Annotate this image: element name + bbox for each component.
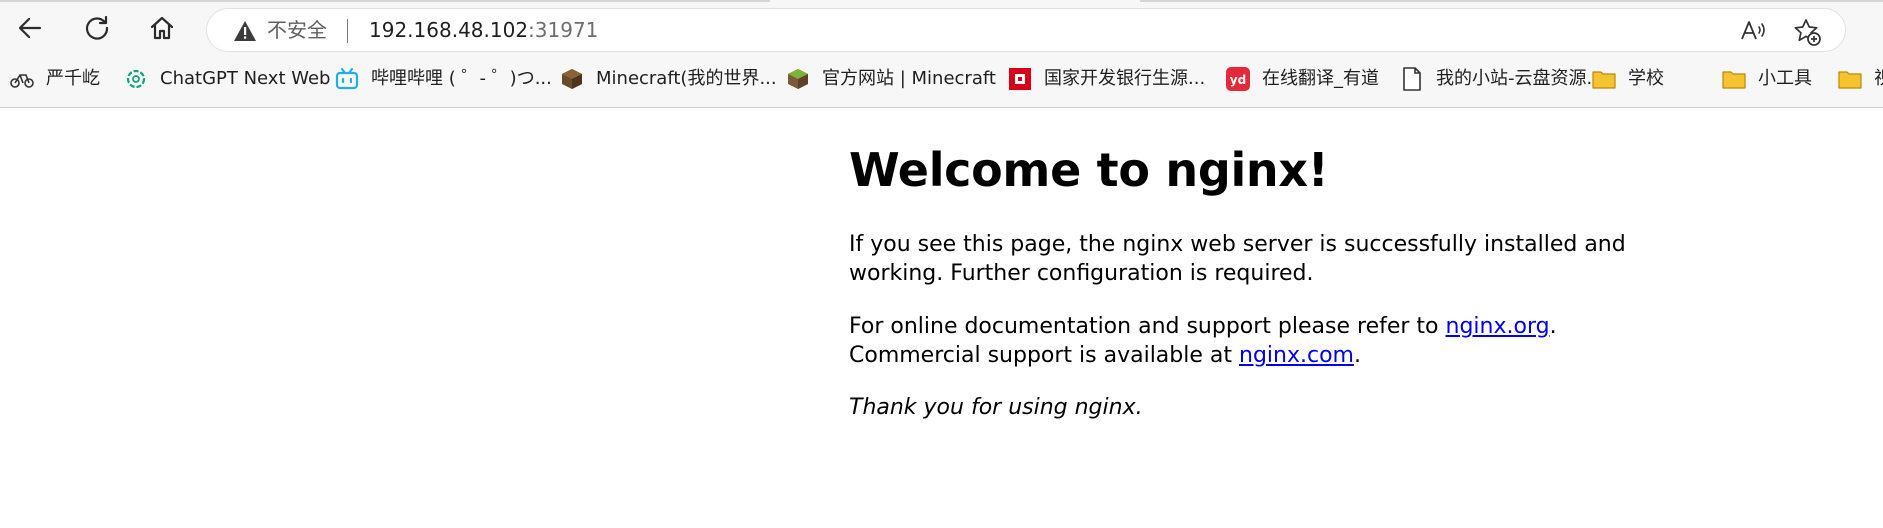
youdao-icon: yd: [1226, 67, 1250, 91]
url-text[interactable]: 192.168.48.102:31971: [369, 18, 598, 42]
bilibili-icon: [335, 67, 359, 91]
favorite-add-icon[interactable]: [1793, 18, 1821, 50]
openai-icon: [124, 67, 148, 91]
bookmark-folder[interactable]: 视: [1838, 65, 1883, 93]
nginx-welcome-page: Welcome to nginx! If you see this page, …: [849, 140, 1669, 420]
page-title: Welcome to nginx!: [849, 143, 1329, 197]
bookmark-item[interactable]: 国家开发银行生源...: [1008, 65, 1205, 93]
back-button[interactable]: [10, 8, 50, 48]
bookmark-label: 官方网站 | Minecraft: [822, 68, 996, 89]
url-port: :31971: [528, 18, 599, 42]
security-label[interactable]: 不安全: [267, 18, 327, 42]
install-message: If you see this page, the nginx web serv…: [849, 232, 1626, 286]
bookmark-item[interactable]: yd 在线翻译_有道: [1226, 65, 1379, 93]
refresh-icon: [85, 15, 109, 40]
bookmark-label: 哔哩哔哩 ( ゜- ゜)つ...: [371, 68, 552, 89]
nginx-org-link[interactable]: nginx.org: [1446, 314, 1550, 339]
bookmark-item[interactable]: 我的小站-云盘资源...: [1400, 65, 1604, 93]
thank-you-message: Thank you for using nginx.: [849, 395, 1143, 420]
folder-icon: [1592, 67, 1616, 91]
minecraft-grass-icon: [786, 67, 810, 91]
address-divider: [347, 19, 348, 43]
folder-icon: [1838, 67, 1862, 91]
bookmark-label: ChatGPT Next Web: [160, 68, 331, 89]
warning-icon[interactable]: [233, 20, 257, 46]
bookmark-item[interactable]: 哔哩哔哩 ( ゜- ゜)つ...: [335, 65, 552, 93]
bookmark-label: 严千屹: [46, 68, 100, 89]
folder-icon: [1722, 67, 1746, 91]
bookmark-item[interactable]: Minecraft(我的世界...: [560, 65, 777, 93]
bike-icon: [10, 67, 34, 91]
bookmark-label: 我的小站-云盘资源...: [1436, 68, 1604, 89]
bookmark-label: 视: [1874, 67, 1883, 91]
url-host: 192.168.48.102: [369, 18, 529, 42]
bookmark-label: 国家开发银行生源...: [1044, 68, 1206, 89]
bookmarks-bar: 严千屹 ChatGPT Next Web 哔哩哔哩 ( ゜- ゜)つ... Mi…: [0, 62, 1883, 96]
address-bar[interactable]: 不安全 192.168.48.102:31971: [206, 8, 1846, 52]
arrow-left-icon: [18, 17, 42, 39]
page-icon: [1400, 67, 1424, 91]
documentation-message: For online documentation and support ple…: [849, 312, 1669, 370]
tab-strip-edge: [0, 0, 1883, 3]
bookmark-label: 在线翻译_有道: [1262, 68, 1379, 89]
bookmark-label: 学校: [1628, 68, 1664, 89]
bookmark-folder[interactable]: 小工具: [1722, 65, 1812, 93]
home-icon: [150, 16, 174, 40]
browser-chrome: 不安全 192.168.48.102:31971 严千屹 ChatGPT Nex…: [0, 0, 1883, 108]
nginx-com-link[interactable]: nginx.com: [1239, 343, 1354, 368]
read-aloud-icon[interactable]: [1739, 18, 1767, 48]
bookmark-label: Minecraft(我的世界...: [596, 68, 777, 89]
svg-text:yd: yd: [1230, 73, 1246, 87]
home-button[interactable]: [142, 8, 182, 48]
commercial-text: Commercial support is available at: [849, 343, 1239, 368]
bookmark-item[interactable]: ChatGPT Next Web: [124, 65, 330, 93]
bookmark-item[interactable]: 严千屹: [10, 65, 100, 93]
commercial-period: .: [1353, 343, 1361, 368]
bookmark-item[interactable]: 官方网站 | Minecraft: [786, 65, 996, 93]
doc-text: For online documentation and support ple…: [849, 314, 1446, 339]
bank-logo-icon: [1008, 67, 1032, 91]
minecraft-block-icon: [560, 67, 584, 91]
refresh-button[interactable]: [77, 8, 117, 48]
doc-period: .: [1549, 314, 1557, 339]
bookmark-folder[interactable]: 学校: [1592, 65, 1664, 93]
bookmark-label: 小工具: [1758, 68, 1812, 89]
